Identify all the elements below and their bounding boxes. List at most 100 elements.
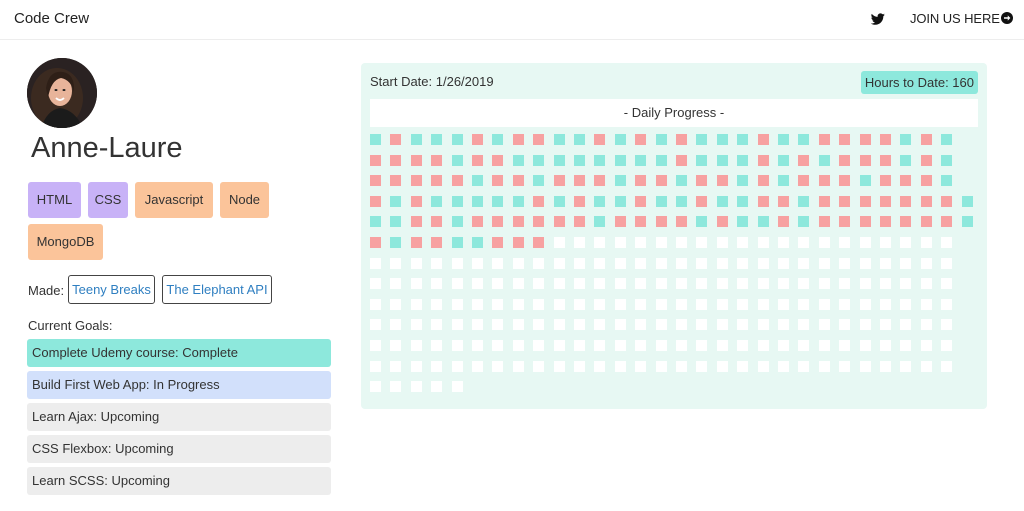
day-cell-empty	[717, 299, 728, 310]
day-cell-teal	[758, 216, 769, 227]
day-cell-empty	[656, 299, 667, 310]
day-cell-empty	[656, 258, 667, 269]
day-cell-pink	[880, 155, 891, 166]
day-cell-empty	[370, 319, 381, 330]
day-cell-empty	[941, 319, 952, 330]
day-cell-empty	[594, 258, 605, 269]
day-cell-pink	[758, 196, 769, 207]
day-cell-empty	[656, 237, 667, 248]
day-cell-empty	[860, 319, 871, 330]
day-cell-pink	[941, 196, 952, 207]
day-cell-empty	[431, 299, 442, 310]
day-cell-empty	[819, 258, 830, 269]
day-cell-empty	[492, 361, 503, 372]
day-cell-empty	[472, 258, 483, 269]
brand-logo[interactable]: Code Crew	[14, 10, 89, 27]
day-cell-empty	[921, 361, 932, 372]
hours-badge: Hours to Date: 160	[860, 71, 978, 94]
start-date: Start Date: 1/26/2019	[370, 74, 494, 89]
skill-tag-mongodb[interactable]: MongoDB	[28, 224, 103, 260]
project-link-teeny-breaks[interactable]: Teeny Breaks	[68, 275, 155, 304]
day-cell-empty	[758, 237, 769, 248]
day-cell-empty	[798, 340, 809, 351]
day-cell-empty	[921, 258, 932, 269]
day-cell-empty	[676, 258, 687, 269]
day-cell-empty	[370, 258, 381, 269]
day-cell-teal	[900, 155, 911, 166]
day-cell-empty	[390, 319, 401, 330]
day-cell-empty	[696, 340, 707, 351]
day-cell-teal	[941, 134, 952, 145]
day-cell-pink	[758, 134, 769, 145]
day-cell-pink	[921, 196, 932, 207]
day-cell-pink	[574, 175, 585, 186]
day-cell-empty	[431, 258, 442, 269]
day-cell-pink	[635, 175, 646, 186]
day-cell-empty	[370, 299, 381, 310]
day-cell-empty	[696, 299, 707, 310]
day-cell-teal	[696, 155, 707, 166]
day-cell-pink	[921, 134, 932, 145]
join-us-label: JOIN US HERE	[910, 11, 1000, 26]
day-cell-empty	[615, 258, 626, 269]
day-cell-pink	[921, 175, 932, 186]
day-cell-empty	[554, 237, 565, 248]
day-cell-pink	[390, 175, 401, 186]
day-cell-pink	[431, 175, 442, 186]
progress-panel: Start Date: 1/26/2019 Hours to Date: 160…	[361, 63, 987, 409]
day-cell-teal	[798, 216, 809, 227]
day-cell-empty	[635, 340, 646, 351]
day-cell-empty	[676, 319, 687, 330]
skill-tag-node[interactable]: Node	[220, 182, 269, 218]
day-cell-empty	[696, 278, 707, 289]
day-cell-empty	[819, 278, 830, 289]
day-cell-pink	[839, 134, 850, 145]
day-cell-teal	[656, 196, 667, 207]
day-cell-empty	[594, 237, 605, 248]
twitter-icon[interactable]	[871, 12, 885, 26]
project-link-elephant-api[interactable]: The Elephant API	[162, 275, 272, 304]
day-cell-pink	[880, 216, 891, 227]
day-cell-teal	[778, 134, 789, 145]
day-cell-empty	[819, 237, 830, 248]
day-cell-teal	[778, 175, 789, 186]
day-cell-teal	[594, 155, 605, 166]
day-cell-empty	[431, 278, 442, 289]
day-cell-empty	[472, 361, 483, 372]
day-cell-empty	[860, 258, 871, 269]
day-cell-pink	[411, 155, 422, 166]
day-cell-pink	[921, 216, 932, 227]
day-cell-empty	[921, 299, 932, 310]
day-cell-teal	[941, 175, 952, 186]
day-cell-empty	[492, 258, 503, 269]
day-cell-pink	[574, 196, 585, 207]
day-cell-pink	[533, 134, 544, 145]
day-cell-pink	[370, 175, 381, 186]
day-cell-empty	[452, 361, 463, 372]
day-cell-teal	[676, 196, 687, 207]
day-cell-pink	[676, 134, 687, 145]
join-us-link[interactable]: JOIN US HERE	[910, 11, 1013, 26]
day-cell-empty	[717, 258, 728, 269]
day-cell-empty	[798, 299, 809, 310]
day-cell-empty	[411, 381, 422, 392]
arrow-circle-right-icon	[1000, 12, 1013, 24]
day-cell-pink	[798, 155, 809, 166]
day-cell-empty	[492, 299, 503, 310]
day-cell-teal	[370, 134, 381, 145]
goal-item: Complete Udemy course: Complete	[27, 339, 331, 367]
skill-tag-css[interactable]: CSS	[88, 182, 128, 218]
day-cell-empty	[839, 258, 850, 269]
day-cell-teal	[472, 196, 483, 207]
day-cell-teal	[696, 134, 707, 145]
day-cell-empty	[880, 340, 891, 351]
day-cell-empty	[635, 361, 646, 372]
goals-label: Current Goals:	[28, 318, 113, 333]
skill-tag-javascript[interactable]: Javascript	[135, 182, 213, 218]
day-cell-teal	[635, 155, 646, 166]
day-cell-teal	[472, 237, 483, 248]
skill-tag-html[interactable]: HTML	[28, 182, 81, 218]
day-cell-teal	[941, 155, 952, 166]
day-cell-empty	[737, 340, 748, 351]
day-cell-empty	[737, 319, 748, 330]
